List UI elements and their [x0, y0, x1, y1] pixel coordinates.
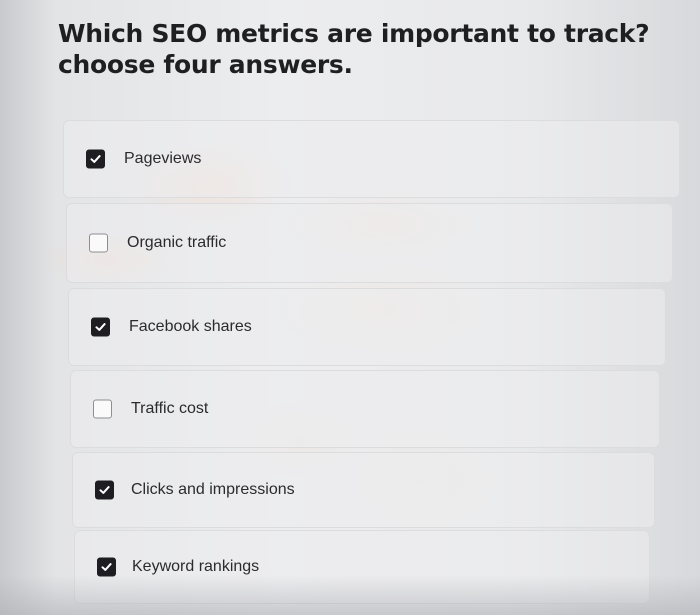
checkbox[interactable] — [91, 317, 110, 337]
question-text: Which SEO metrics are important to track… — [58, 19, 650, 48]
question-instruction: choose four answers. — [58, 50, 353, 79]
answer-option-facebook-shares[interactable]: Facebook shares — [68, 288, 666, 366]
bottom-shadow — [0, 575, 700, 615]
answer-option-organic-traffic[interactable]: Organic traffic — [66, 203, 673, 283]
option-label: Clicks and impressions — [131, 481, 295, 498]
option-label: Traffic cost — [131, 400, 209, 417]
answer-option-traffic-cost[interactable]: Traffic cost — [70, 370, 660, 448]
question-title: Which SEO metrics are important to track… — [58, 18, 658, 80]
checkbox[interactable] — [86, 149, 105, 169]
option-label: Facebook shares — [129, 318, 252, 335]
answer-option-pageviews[interactable]: Pageviews — [63, 120, 680, 198]
checkbox[interactable] — [95, 480, 114, 500]
checkmark-icon — [95, 323, 106, 331]
option-label: Pageviews — [124, 150, 202, 167]
answer-option-clicks-and-impressions[interactable]: Clicks and impressions — [72, 452, 655, 528]
checkbox[interactable] — [93, 399, 112, 419]
checkbox[interactable] — [97, 557, 116, 577]
checkmark-icon — [99, 486, 110, 494]
checkmark-icon — [101, 563, 112, 571]
checkmark-icon — [90, 155, 101, 163]
option-label: Keyword rankings — [132, 558, 260, 575]
option-label: Organic traffic — [127, 234, 227, 251]
checkbox[interactable] — [89, 233, 108, 253]
